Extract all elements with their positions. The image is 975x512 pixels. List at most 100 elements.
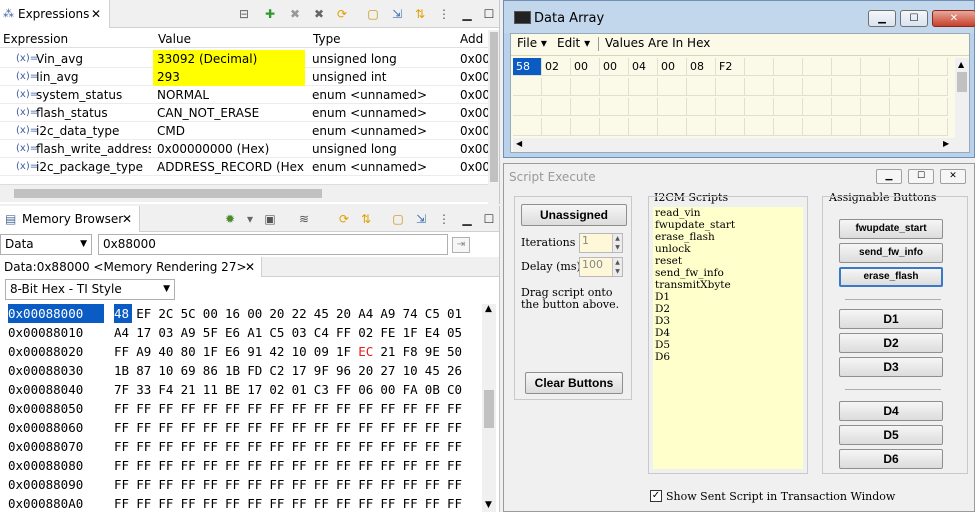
- memory-byte[interactable]: A4: [114, 323, 132, 342]
- data-array-cell[interactable]: [745, 98, 774, 116]
- memory-byte[interactable]: FF: [292, 494, 310, 512]
- memory-byte[interactable]: 48: [114, 304, 132, 323]
- expression-value[interactable]: 293: [153, 68, 305, 86]
- memory-byte[interactable]: FF: [158, 399, 176, 418]
- memory-byte[interactable]: FF: [403, 418, 421, 437]
- maximize-button[interactable]: ☐: [908, 169, 934, 184]
- assignable-button[interactable]: send_fw_info: [839, 243, 943, 263]
- memory-byte[interactable]: 87: [136, 361, 154, 380]
- collapse-all-icon[interactable]: ⊟: [236, 6, 252, 22]
- scroll-down-icon[interactable]: ▼: [485, 500, 492, 510]
- scroll-up-icon[interactable]: ▲: [485, 304, 492, 314]
- memory-byte[interactable]: 86: [203, 361, 221, 380]
- memory-byte[interactable]: FF: [158, 437, 176, 456]
- script-item[interactable]: D4: [655, 327, 803, 339]
- expressions-vscrollbar[interactable]: [488, 30, 499, 204]
- data-array-cell[interactable]: [774, 78, 803, 96]
- memory-byte[interactable]: FF: [292, 475, 310, 494]
- data-array-cell[interactable]: [571, 78, 600, 96]
- script-execute-titlebar[interactable]: Script Execute ▁ ☐ ✕: [504, 164, 974, 190]
- memory-byte[interactable]: FD: [247, 361, 265, 380]
- memory-byte[interactable]: FF: [447, 494, 465, 512]
- data-array-cell[interactable]: [513, 118, 542, 136]
- script-item[interactable]: transmitXbyte: [655, 279, 803, 291]
- unassigned-button[interactable]: Unassigned: [521, 204, 627, 226]
- stepper-arrows-icon[interactable]: ▲ ▼: [612, 258, 622, 276]
- memory-byte[interactable]: FF: [247, 475, 265, 494]
- memory-byte[interactable]: 20: [358, 361, 376, 380]
- data-array-cell[interactable]: [803, 58, 832, 76]
- memory-byte[interactable]: FF: [358, 456, 376, 475]
- data-array-cell[interactable]: [745, 118, 774, 136]
- data-array-cell[interactable]: [919, 58, 948, 76]
- memory-byte[interactable]: 5C: [181, 304, 199, 323]
- memory-byte[interactable]: 01: [292, 380, 310, 399]
- memory-byte[interactable]: FF: [425, 475, 443, 494]
- data-array-cell[interactable]: [803, 98, 832, 116]
- expression-row[interactable]: (x)= flash_status CAN_NOT_ERASE enum <unnam…: [0, 104, 488, 122]
- memory-byte[interactable]: 1B: [114, 361, 132, 380]
- memory-byte[interactable]: 06: [358, 380, 376, 399]
- memory-byte[interactable]: 21: [181, 380, 199, 399]
- data-array-cell[interactable]: [571, 118, 600, 136]
- data-array-cell[interactable]: [861, 98, 890, 116]
- memory-byte[interactable]: 27: [380, 361, 398, 380]
- data-array-cell[interactable]: 58: [513, 58, 542, 76]
- memory-byte[interactable]: FF: [136, 418, 154, 437]
- grid-hscrollbar[interactable]: ◀ ▶: [513, 138, 969, 152]
- data-array-grid[interactable]: 58 02 00 00 04 00 08 F2: [513, 58, 953, 138]
- script-item[interactable]: send_fw_info: [655, 267, 803, 279]
- memory-byte[interactable]: FF: [158, 475, 176, 494]
- column-type[interactable]: Type: [313, 32, 341, 46]
- memory-byte[interactable]: A4: [358, 304, 376, 323]
- expression-value[interactable]: 33092 (Decimal): [153, 50, 305, 68]
- new-icon[interactable]: ▢: [365, 6, 381, 22]
- memory-byte[interactable]: FF: [358, 437, 376, 456]
- expression-value[interactable]: 0x00000000 (Hex): [153, 140, 305, 158]
- memory-hex-view[interactable]: 0x00088000 48 EF 2C 5C 00 16 00 20 22 45 20 A4 A9 74 C5…: [0, 304, 480, 512]
- memory-byte[interactable]: FF: [269, 456, 287, 475]
- memory-byte[interactable]: 03: [158, 323, 176, 342]
- memory-byte[interactable]: FF: [380, 494, 398, 512]
- save-icon[interactable]: ▣: [262, 211, 278, 227]
- memory-byte[interactable]: 20: [269, 304, 287, 323]
- memory-byte[interactable]: FF: [158, 418, 176, 437]
- data-array-cell[interactable]: 00: [658, 58, 687, 76]
- data-array-cell[interactable]: [600, 78, 629, 96]
- script-item[interactable]: D3: [655, 315, 803, 327]
- memory-byte[interactable]: FF: [269, 475, 287, 494]
- export-icon[interactable]: ⇲: [389, 6, 405, 22]
- memory-byte[interactable]: 40: [158, 342, 176, 361]
- menu-icon[interactable]: ⋮: [436, 6, 452, 22]
- memory-byte[interactable]: C2: [269, 361, 287, 380]
- data-array-cell[interactable]: [832, 78, 861, 96]
- scripts-list[interactable]: read_vin fwupdate_start erase_flash unlock r…: [653, 207, 803, 469]
- memory-byte[interactable]: FF: [447, 418, 465, 437]
- memory-byte[interactable]: FF: [158, 494, 176, 512]
- memory-byte[interactable]: A9: [181, 323, 199, 342]
- format-select[interactable]: 8-Bit Hex - TI Style ▼: [5, 279, 175, 300]
- memory-byte[interactable]: FF: [114, 342, 132, 361]
- data-array-cell[interactable]: [861, 118, 890, 136]
- memory-byte[interactable]: F4: [158, 380, 176, 399]
- memory-byte[interactable]: BE: [225, 380, 243, 399]
- column-value[interactable]: Value: [158, 32, 191, 46]
- data-array-titlebar[interactable]: Data Array ▁ ☐ ✕: [504, 1, 975, 33]
- data-array-cell[interactable]: [832, 118, 861, 136]
- close-button[interactable]: ✕: [932, 10, 975, 27]
- show-sent-script-checkbox[interactable]: ✓: [650, 490, 662, 502]
- iterations-stepper[interactable]: 1 ▲ ▼: [579, 233, 623, 253]
- memory-byte[interactable]: FF: [203, 399, 221, 418]
- memory-byte[interactable]: FF: [225, 456, 243, 475]
- data-array-cell[interactable]: [687, 98, 716, 116]
- sync-icon[interactable]: ⇅: [358, 211, 374, 227]
- data-array-cell[interactable]: 04: [629, 58, 658, 76]
- memory-byte[interactable]: FF: [247, 399, 265, 418]
- memory-byte[interactable]: FF: [336, 380, 354, 399]
- memory-byte[interactable]: 17: [292, 361, 310, 380]
- memory-byte[interactable]: 9F: [314, 361, 332, 380]
- memory-byte[interactable]: 96: [336, 361, 354, 380]
- data-array-cell[interactable]: [658, 118, 687, 136]
- minimize-icon[interactable]: ▁: [459, 211, 475, 227]
- memory-byte[interactable]: C5: [425, 304, 443, 323]
